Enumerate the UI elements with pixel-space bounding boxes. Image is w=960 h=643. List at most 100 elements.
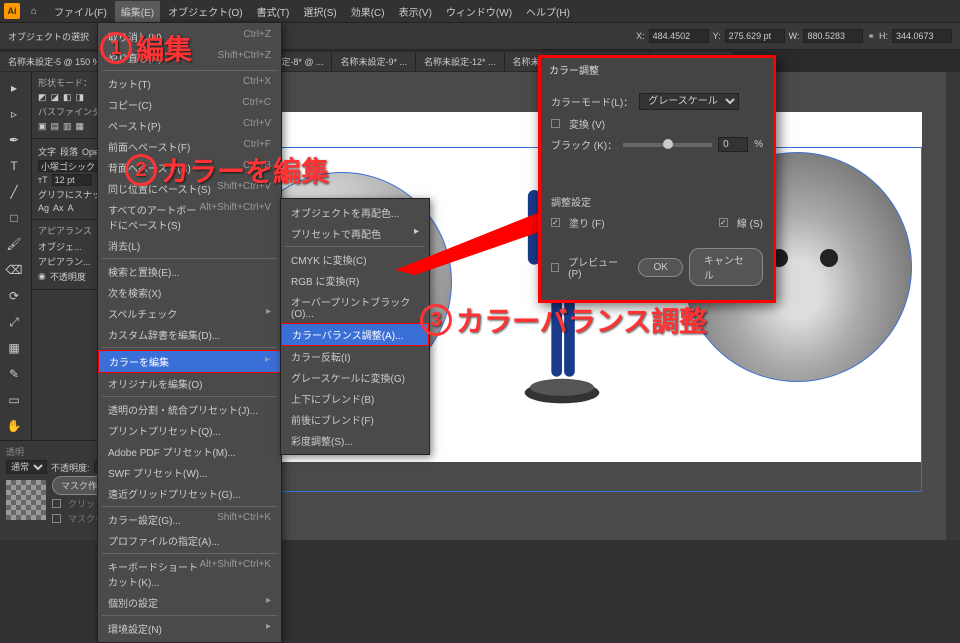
menu-edit[interactable]: 編集(E) (115, 1, 160, 22)
pathfinder-icon[interactable]: ◧ (63, 92, 72, 103)
w-input[interactable] (803, 29, 863, 43)
pathfinder-icon[interactable]: ▤ (51, 121, 60, 132)
menu-item[interactable]: 背面へペースト(B)Ctrl+B (98, 157, 281, 178)
menu-item[interactable]: 透明の分割・統合プリセット(J)... (98, 399, 281, 420)
pathfinder-icon[interactable]: ▦ (76, 121, 85, 132)
rect-tool-icon[interactable]: □ (0, 206, 28, 230)
mask-thumbnail[interactable] (6, 480, 46, 520)
pathfinder-icon[interactable]: ▥ (63, 121, 72, 132)
rotate-tool-icon[interactable]: ⟳ (0, 284, 28, 308)
font-size-input[interactable] (52, 174, 92, 186)
submenu-item[interactable]: カラーバランス調整(A)... (281, 323, 429, 346)
ok-button[interactable]: OK (638, 258, 682, 277)
convert-label: 変換 (V) (569, 116, 605, 131)
doc-tab[interactable]: 名称未設定-9* ... (332, 52, 416, 71)
submenu-item[interactable]: 上下にブレンド(B) (281, 388, 429, 409)
menu-item[interactable]: 取り消し(U)Ctrl+Z (98, 26, 281, 47)
cancel-button[interactable]: キャンセル (689, 248, 763, 286)
menu-item[interactable]: カラーを編集▸ (98, 350, 281, 373)
menu-item[interactable]: ペースト(P)Ctrl+V (98, 115, 281, 136)
menu-item[interactable]: キーボードショートカット(K)...Alt+Shift+Ctrl+K (98, 556, 281, 592)
menu-item[interactable]: 個別の設定▸ (98, 592, 281, 613)
pathfinder-icon[interactable]: ◨ (76, 92, 85, 103)
menu-item[interactable]: 前面へペースト(F)Ctrl+F (98, 136, 281, 157)
glyph-icon[interactable]: Ag (38, 203, 49, 213)
menu-help[interactable]: ヘルプ(H) (520, 1, 576, 22)
stroke-checkbox[interactable] (719, 218, 728, 227)
menu-item[interactable]: やり直し(R)Shift+Ctrl+Z (98, 47, 281, 68)
submenu-item[interactable]: グレースケールに変換(G) (281, 367, 429, 388)
menu-item[interactable]: 同じ位置にペースト(S)Shift+Ctrl+V (98, 178, 281, 199)
w-label: W: (789, 31, 800, 41)
color-adjust-dialog: カラー調整 カラーモード(L)： グレースケール 変換 (V) ブラック (K)… (538, 55, 776, 303)
type-tool-icon[interactable]: T (0, 154, 28, 178)
menu-item[interactable]: カスタム辞書を編集(D)... (98, 324, 281, 345)
black-label: ブラック (K)： (551, 137, 617, 152)
submenu-item[interactable]: 彩度調整(S)... (281, 430, 429, 451)
pathfinder-icon[interactable]: ◪ (51, 92, 60, 103)
h-input[interactable] (892, 29, 952, 43)
line-tool-icon[interactable]: ╱ (0, 180, 28, 204)
edit-menu-dropdown: 取り消し(U)Ctrl+Zやり直し(R)Shift+Ctrl+Z カット(T)Ct… (97, 22, 282, 643)
menu-effect[interactable]: 効果(C) (345, 1, 391, 22)
menu-item[interactable]: 遠近グリッドプリセット(G)... (98, 483, 281, 504)
eyedropper-tool-icon[interactable]: ✎ (0, 362, 28, 386)
glyph-icon[interactable]: A (68, 203, 74, 213)
y-input[interactable] (725, 29, 785, 43)
glyph-icon[interactable]: Ax (53, 203, 64, 213)
fill-checkbox[interactable] (551, 218, 560, 227)
pathfinder-icon[interactable]: ▣ (38, 121, 47, 132)
preview-checkbox[interactable] (551, 263, 559, 272)
menu-select[interactable]: 選択(S) (297, 1, 342, 22)
menu-window[interactable]: ウィンドウ(W) (440, 1, 518, 22)
menu-item[interactable]: 次を検索(X) (98, 282, 281, 303)
convert-checkbox[interactable] (551, 119, 560, 128)
y-label: Y: (713, 31, 721, 41)
hand-tool-icon[interactable]: ✋ (0, 414, 28, 438)
menu-item[interactable]: プリントプリセット(Q)... (98, 420, 281, 441)
menu-item[interactable]: コピー(C)Ctrl+C (98, 94, 281, 115)
selection-tool-icon[interactable]: ▸ (0, 76, 28, 100)
submenu-item[interactable]: オーバープリントブラック(O)... (281, 291, 429, 323)
menu-view[interactable]: 表示(V) (393, 1, 438, 22)
menu-item[interactable]: Adobe PDF プリセット(M)... (98, 441, 281, 462)
pathfinder-icon[interactable]: ◩ (38, 92, 47, 103)
app-logo-icon: Ai (4, 3, 20, 19)
x-input[interactable] (649, 29, 709, 43)
para-tab[interactable]: 段落 (60, 145, 78, 158)
eraser-tool-icon[interactable]: ⌫ (0, 258, 28, 282)
link-icon[interactable]: ⚭ (867, 31, 875, 42)
clip-checkbox[interactable] (52, 499, 61, 508)
pen-tool-icon[interactable]: ✒ (0, 128, 28, 152)
direct-select-tool-icon[interactable]: ▹ (0, 102, 28, 126)
brush-tool-icon[interactable]: 🖌 (0, 232, 28, 256)
menu-type[interactable]: 書式(T) (251, 1, 296, 22)
doc-tab[interactable]: 名称未設定-12* ... (416, 52, 505, 71)
menu-object[interactable]: オブジェクト(O) (162, 1, 248, 22)
color-mode-select[interactable]: グレースケール (639, 93, 739, 110)
char-tab[interactable]: 文字 (38, 145, 56, 158)
menu-item[interactable]: 消去(L) (98, 235, 281, 256)
home-icon[interactable]: ⌂ (26, 3, 42, 19)
submenu-item[interactable]: カラー反転(I) (281, 346, 429, 367)
menu-item[interactable]: カラー設定(G)...Shift+Ctrl+K (98, 509, 281, 530)
artboard-tool-icon[interactable]: ▭ (0, 388, 28, 412)
menu-file[interactable]: ファイル(F) (48, 1, 113, 22)
scale-tool-icon[interactable]: ⤢ (0, 310, 28, 334)
black-value-input[interactable] (718, 137, 748, 152)
menu-item[interactable]: SWF プリセット(W)... (98, 462, 281, 483)
percent-label: % (754, 139, 763, 150)
right-panel-dock[interactable] (946, 72, 960, 540)
menu-item[interactable]: 環境設定(N)▸ (98, 618, 281, 639)
menu-item[interactable]: オリジナルを編集(O) (98, 373, 281, 394)
gradient-tool-icon[interactable]: ▦ (0, 336, 28, 360)
menu-item[interactable]: スペルチェック▸ (98, 303, 281, 324)
menu-item[interactable]: 検索と置換(E)... (98, 261, 281, 282)
menu-item[interactable]: プロファイルの指定(A)... (98, 530, 281, 551)
invert-checkbox[interactable] (52, 514, 61, 523)
menu-item[interactable]: すべてのアートボードにペースト(S)Alt+Shift+Ctrl+V (98, 199, 281, 235)
menu-item[interactable]: カット(T)Ctrl+X (98, 73, 281, 94)
blend-mode-select[interactable]: 通常 (6, 460, 47, 474)
black-slider[interactable] (623, 143, 712, 147)
submenu-item[interactable]: 前後にブレンド(F) (281, 409, 429, 430)
